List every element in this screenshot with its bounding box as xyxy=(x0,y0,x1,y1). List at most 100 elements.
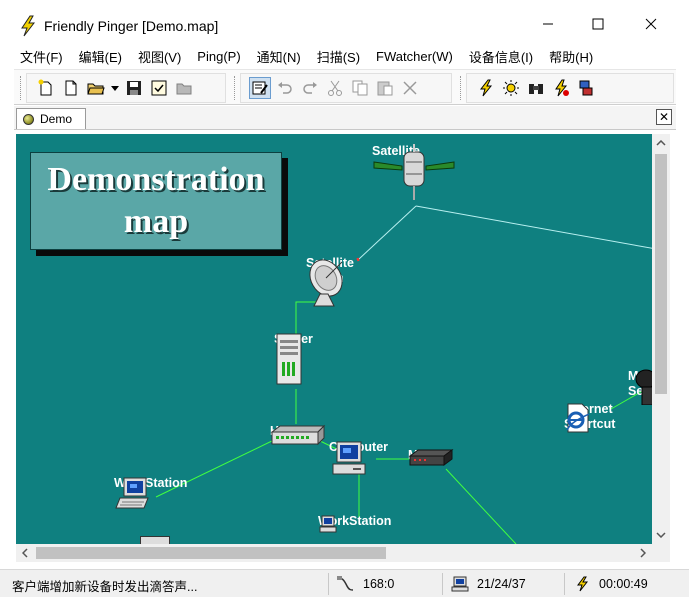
new-file-icon xyxy=(65,80,77,96)
ping-button[interactable] xyxy=(475,77,497,99)
server-tower-icon xyxy=(276,333,302,385)
toolbar-grip[interactable] xyxy=(234,76,237,100)
modem-icon xyxy=(408,449,454,466)
horizontal-scrollbar[interactable] xyxy=(16,544,652,562)
folder-gray-button[interactable] xyxy=(173,77,195,99)
menu-ping[interactable]: Ping(P) xyxy=(189,47,248,66)
status-timer-value: 00:00:49 xyxy=(599,577,648,591)
open-dropdown-button[interactable] xyxy=(110,77,120,99)
node-computer[interactable]: Computer xyxy=(329,440,388,475)
folder-gray-icon xyxy=(176,83,192,95)
scroll-up-button[interactable] xyxy=(652,134,670,152)
satellite-icon xyxy=(373,144,455,200)
node-hub[interactable]: Hub xyxy=(270,424,326,446)
close-tab-button[interactable]: ✕ xyxy=(656,109,672,125)
ping-cable-icon xyxy=(337,576,355,592)
toolbar-grip[interactable] xyxy=(20,76,23,100)
node-mail-server[interactable]: M Se xyxy=(628,369,652,405)
minimize-icon xyxy=(543,23,553,25)
chevron-left-icon xyxy=(22,548,28,558)
mail-server-icon xyxy=(635,369,652,405)
menu-notify[interactable]: 通知(N) xyxy=(249,45,309,68)
menu-help[interactable]: 帮助(H) xyxy=(541,45,601,68)
node-modem[interactable]: Modem xyxy=(408,448,454,466)
toolbar-file-group xyxy=(26,73,226,103)
new-wizard-icon xyxy=(38,79,52,96)
open-folder-icon xyxy=(87,83,105,95)
network-map-canvas[interactable]: Demonstration map Satellite Satellite Di… xyxy=(16,134,652,544)
sun-alert-icon xyxy=(503,80,519,96)
scroll-left-button[interactable] xyxy=(16,544,34,562)
vertical-scrollbar[interactable] xyxy=(652,134,670,544)
network-monitor-icon xyxy=(579,80,593,96)
redo-icon xyxy=(303,82,317,94)
open-button[interactable] xyxy=(85,77,107,99)
menu-device-info[interactable]: 设备信息(I) xyxy=(461,45,541,68)
computer-status-icon xyxy=(451,576,469,592)
app-lightning-icon xyxy=(18,15,38,37)
menu-file[interactable]: 文件(F) xyxy=(12,45,71,68)
undo-icon xyxy=(278,82,292,94)
paste-button[interactable] xyxy=(374,77,396,99)
scroll-down-button[interactable] xyxy=(652,526,670,544)
copy-icon xyxy=(352,80,368,96)
checklist-button[interactable] xyxy=(148,77,170,99)
toolbar-grip[interactable] xyxy=(460,76,463,100)
lightning-timer-icon xyxy=(573,576,591,592)
scroll-right-button[interactable] xyxy=(634,544,652,562)
toolbar-edit-group xyxy=(240,73,452,103)
menu-scan[interactable]: 扫描(S) xyxy=(309,45,368,68)
status-counts-value: 21/24/37 xyxy=(477,577,526,591)
delete-button[interactable] xyxy=(399,77,421,99)
lightning-stop-icon xyxy=(555,79,569,97)
close-icon xyxy=(645,18,657,30)
demo-banner: Demonstration map xyxy=(30,152,282,250)
small-workstation-icon xyxy=(319,515,337,533)
menu-fwatcher[interactable]: FWatcher(W) xyxy=(368,47,461,66)
save-button[interactable] xyxy=(123,77,145,99)
find-button[interactable] xyxy=(525,77,547,99)
redo-button[interactable] xyxy=(299,77,321,99)
paste-icon xyxy=(377,81,393,96)
node-internet-shortcut[interactable]: Internet Shortcut xyxy=(564,402,615,433)
status-field-counts: 21/24/37 xyxy=(442,573,560,595)
horizontal-scroll-thumb[interactable] xyxy=(36,547,386,559)
menu-view[interactable]: 视图(V) xyxy=(130,45,189,68)
node-satellite-dish[interactable]: Satellite Dish xyxy=(306,256,354,307)
close-button[interactable] xyxy=(631,10,671,38)
status-field-timer: 00:00:49 xyxy=(564,573,684,595)
menu-edit[interactable]: 编辑(E) xyxy=(71,45,130,68)
undo-button[interactable] xyxy=(274,77,296,99)
status-field-hosts: 168:0 xyxy=(328,573,438,595)
new-file-button[interactable] xyxy=(60,77,82,99)
maximize-button[interactable] xyxy=(578,10,618,38)
cut-button[interactable] xyxy=(324,77,346,99)
link-endpoint-marker xyxy=(356,257,360,262)
banner-line-2: map xyxy=(123,203,189,240)
new-wizard-button[interactable] xyxy=(35,77,57,99)
node-server[interactable]: Server xyxy=(274,332,313,385)
chevron-up-icon xyxy=(656,140,666,146)
tab-demo[interactable]: Demo xyxy=(16,108,86,129)
node-workstation-1[interactable]: WorkStation xyxy=(114,476,187,509)
satellite-dish-icon xyxy=(309,259,343,307)
network-button[interactable] xyxy=(575,77,597,99)
laptop-workstation-icon xyxy=(115,477,149,509)
node-satellite[interactable]: Satellite xyxy=(372,144,455,200)
stop-ping-button[interactable] xyxy=(550,77,572,99)
title-bar: Friendly Pinger [Demo.map] xyxy=(0,0,689,44)
save-disk-icon xyxy=(127,81,141,95)
minimize-button[interactable] xyxy=(528,10,568,38)
edit-properties-button[interactable] xyxy=(249,77,271,99)
copy-button[interactable] xyxy=(349,77,371,99)
alert-button[interactable] xyxy=(500,77,522,99)
window-title: Friendly Pinger [Demo.map] xyxy=(44,18,219,34)
dropdown-arrow-icon xyxy=(111,86,119,91)
chevron-right-icon xyxy=(640,548,646,558)
node-workstation-2[interactable]: WorkStation xyxy=(318,514,391,533)
checklist-icon xyxy=(151,80,167,96)
internet-explorer-icon xyxy=(566,403,590,433)
toolbar-ping-group xyxy=(466,73,674,103)
vertical-scroll-thumb[interactable] xyxy=(655,154,667,394)
link-modem-south xyxy=(445,468,517,544)
